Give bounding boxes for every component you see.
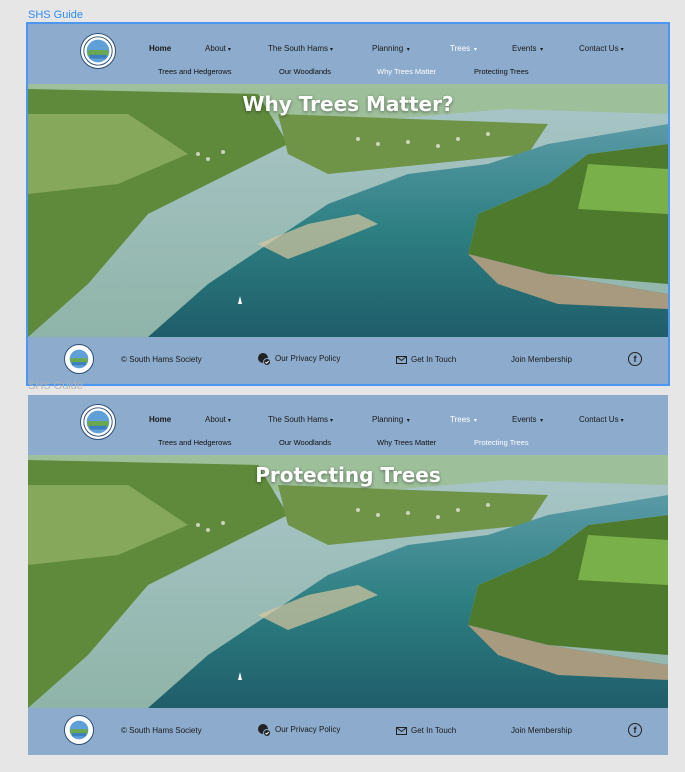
footer-privacy-label: Our Privacy Policy (275, 354, 341, 364)
frame-label[interactable]: SHS Guide (28, 380, 83, 392)
facebook-icon[interactable]: f (628, 723, 642, 737)
nav-about-label: About (205, 44, 226, 53)
frame-label[interactable]: SHS Guide (28, 9, 83, 21)
footer-touch-label: Get In Touch (411, 355, 457, 364)
main-nav: Home About ▾ The South Hams ▾ Planning ▾ T… (28, 44, 668, 58)
nav-contact[interactable]: Contact Us ▾ (579, 44, 624, 53)
hero-title: Why Trees Matter? (242, 92, 454, 116)
nav-south-hams-label: The South Hams (268, 44, 329, 53)
nav-home[interactable]: Home (149, 44, 171, 53)
footer-privacy-label: Our Privacy Policy (275, 725, 341, 735)
trees-subnav: Trees and Hedgerows Our Woodlands Why Tr… (28, 438, 668, 450)
chevron-down-icon: ▾ (405, 418, 410, 424)
subnav-trees-hedgerows[interactable]: Trees and Hedgerows (158, 438, 232, 447)
footer-touch-link[interactable]: Get In Touch (396, 355, 456, 364)
nav-events-label: Events (512, 415, 537, 424)
chevron-down-icon: ▾ (620, 418, 624, 424)
privacy-shield-icon (258, 724, 271, 737)
envelope-icon (396, 726, 407, 735)
estuary-aerial-photo (28, 455, 668, 708)
subnav-why-trees[interactable]: Why Trees Matter (377, 67, 436, 76)
subnav-protecting[interactable]: Protecting Trees (474, 67, 529, 76)
trees-subnav: Trees and Hedgerows Our Woodlands Why Tr… (28, 67, 668, 79)
nav-events[interactable]: Events ▾ (512, 44, 543, 53)
chevron-down-icon: ▾ (330, 418, 334, 424)
nav-trees[interactable]: Trees ▾ (450, 415, 477, 424)
chevron-down-icon: ▾ (538, 47, 544, 53)
subnav-woodlands[interactable]: Our Woodlands (279, 67, 331, 76)
chevron-down-icon: ▾ (472, 418, 477, 424)
estuary-aerial-photo (28, 84, 668, 337)
footer-membership-link[interactable]: Join Membership (511, 726, 572, 735)
privacy-shield-icon (258, 353, 271, 366)
footer-privacy-link[interactable]: Our Privacy Policy (257, 723, 340, 737)
nav-planning-label: Planning (372, 44, 404, 53)
nav-south-hams[interactable]: The South Hams ▾ (268, 44, 333, 53)
hero-image: Protecting Trees (28, 455, 668, 708)
nav-contact-label: Contact Us (579, 415, 619, 424)
footer-logo[interactable] (64, 344, 94, 374)
frame-why-trees-matter[interactable]: Home About ▾ The South Hams ▾ Planning ▾ T… (26, 22, 670, 386)
nav-south-hams-label: The South Hams (268, 415, 329, 424)
chevron-down-icon: ▾ (227, 418, 231, 424)
site-header: Home About ▾ The South Hams ▾ Planning ▾ T… (28, 395, 668, 455)
nav-home[interactable]: Home (149, 415, 171, 424)
main-nav: Home About ▾ The South Hams ▾ Planning ▾ T… (28, 415, 668, 429)
footer-touch-link[interactable]: Get In Touch (396, 726, 456, 735)
footer-membership-link[interactable]: Join Membership (511, 355, 572, 364)
nav-about[interactable]: About ▾ (205, 44, 231, 53)
subnav-woodlands[interactable]: Our Woodlands (279, 438, 331, 447)
footer-society: © South Hams Society (121, 355, 202, 364)
site-footer: © South Hams Society Our Privacy Policy … (28, 337, 668, 384)
chevron-down-icon: ▾ (472, 47, 477, 53)
envelope-icon (396, 355, 407, 364)
chevron-down-icon: ▾ (405, 47, 410, 53)
subnav-why-trees[interactable]: Why Trees Matter (377, 438, 436, 447)
nav-trees-label: Trees (450, 44, 471, 53)
site-footer: © South Hams Society Our Privacy Policy … (28, 708, 668, 755)
footer-touch-label: Get In Touch (411, 726, 457, 735)
nav-contact-label: Contact Us (579, 44, 619, 53)
chevron-down-icon: ▾ (620, 47, 624, 53)
chevron-down-icon: ▾ (330, 47, 334, 53)
nav-planning-label: Planning (372, 415, 404, 424)
nav-planning[interactable]: Planning ▾ (372, 415, 410, 424)
chevron-down-icon: ▾ (538, 418, 544, 424)
nav-contact[interactable]: Contact Us ▾ (579, 415, 624, 424)
facebook-icon[interactable]: f (628, 352, 642, 366)
nav-trees[interactable]: Trees ▾ (450, 44, 477, 53)
footer-society: © South Hams Society (121, 726, 202, 735)
chevron-down-icon: ▾ (227, 47, 231, 53)
nav-events-label: Events (512, 44, 537, 53)
nav-south-hams[interactable]: The South Hams ▾ (268, 415, 333, 424)
nav-trees-label: Trees (450, 415, 471, 424)
subnav-trees-hedgerows[interactable]: Trees and Hedgerows (158, 67, 232, 76)
frame-protecting-trees[interactable]: Home About ▾ The South Hams ▾ Planning ▾ T… (28, 395, 668, 755)
hero-image: Why Trees Matter? (28, 84, 668, 337)
site-header: Home About ▾ The South Hams ▾ Planning ▾ T… (28, 24, 668, 84)
footer-privacy-link[interactable]: Our Privacy Policy (257, 352, 340, 366)
nav-about-label: About (205, 415, 226, 424)
nav-planning[interactable]: Planning ▾ (372, 44, 410, 53)
nav-about[interactable]: About ▾ (205, 415, 231, 424)
subnav-protecting[interactable]: Protecting Trees (474, 438, 529, 447)
hero-title: Protecting Trees (255, 463, 441, 487)
footer-logo[interactable] (64, 715, 94, 745)
nav-events[interactable]: Events ▾ (512, 415, 543, 424)
